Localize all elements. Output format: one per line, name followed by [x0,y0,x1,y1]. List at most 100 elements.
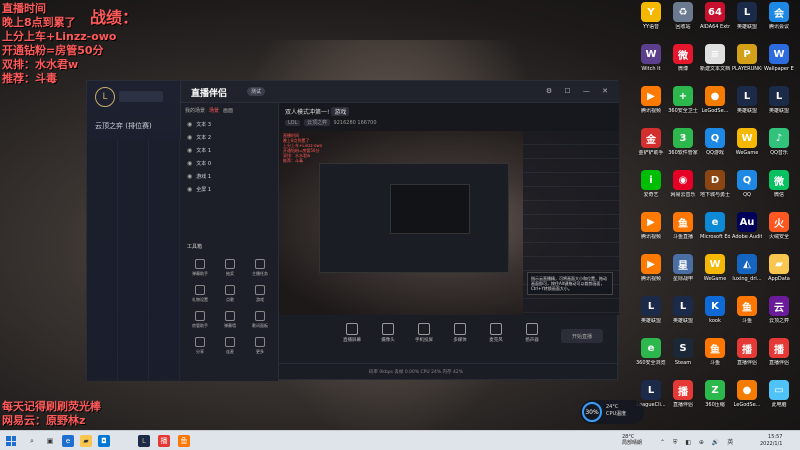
desktop-icon[interactable]: 云云顶之弈 [764,296,794,324]
tool-button[interactable]: 连麦 [215,337,245,355]
desktop-icon[interactable]: Au Adobe Audition [732,212,762,240]
desktop-icon[interactable]: ▶ 腾讯视频 [636,86,666,114]
desktop-icon[interactable]: Kkook [700,296,730,324]
task-view-icon[interactable]: ▣ [44,435,56,447]
desktop-icon[interactable]: 金金铲铲助手 [636,128,666,156]
desktop-icon[interactable]: 星星际战甲 [668,254,698,282]
eye-icon[interactable]: ◉ [187,160,192,167]
store-icon[interactable]: ◘ [98,435,110,447]
desktop-icon[interactable]: ≡ 新建文本文档 [700,44,730,72]
desktop-icon[interactable]: +360安全卫士 [668,86,698,114]
windows-start-icon[interactable] [6,436,16,446]
tool-button[interactable]: 弹幕助手 [185,259,215,277]
desktop-icon[interactable]: ▶ 腾讯视频 [636,212,666,240]
preview-canvas[interactable]: 直播时间 晚上8点到累了 上分上车+Linzz-owo 开通钻粉=房管50分 双… [279,131,619,315]
desktop-icon[interactable]: 火火绒安全 [764,212,794,240]
weather-widget[interactable]: 28°C 局部晴朗 [622,434,642,446]
desktop-icon[interactable]: ♻ 回收站 [668,2,698,30]
desktop-icon[interactable]: 鱼斗鱼 [700,338,730,366]
category-chip[interactable]: LOL [285,120,301,126]
desktop-icon[interactable]: ● LeGodSe... [732,380,762,408]
desktop-icon[interactable]: 鱼斗鱼 [732,296,762,324]
system-tray[interactable]: ⌃ ⛨ ◧ ⊕ 🔊 英 [660,437,736,447]
desktop-icon[interactable]: Y YY语音 [636,2,666,30]
room-title[interactable]: 双人模式冲第一! [285,109,329,116]
desktop-icon[interactable]: L 英雄联盟 [636,296,666,324]
media-button[interactable]: 多媒体 [447,321,473,351]
douyu-taskbar-icon[interactable]: 鱼 [178,435,190,447]
desktop-icon[interactable]: 微微博 [668,44,698,72]
desktop-icon[interactable]: 播直播伴侣 [764,338,794,366]
desktop-icon[interactable]: ◭ luxing_dri... [732,254,762,282]
file-explorer-icon[interactable]: ▰ [80,435,92,447]
microphone-button[interactable]: 麦克风 [483,321,509,351]
desktop-icon[interactable]: ♪ QQ音乐 [764,128,794,156]
phone-cast-button[interactable]: 手机投屏 [411,321,437,351]
desktop-icon[interactable]: 鱼斗鱼直播 [668,212,698,240]
desktop-icon[interactable]: 会腾讯会议 [764,2,794,30]
desktop-icon[interactable]: 3 360软件管家 [668,128,698,156]
desktop-icon[interactable]: W WeGame [700,254,730,282]
eye-icon[interactable]: ◉ [187,121,192,128]
room-tag[interactable]: 游戏 [331,107,350,116]
desktop-icon[interactable]: D 地下城与勇士 [700,170,730,198]
desktop-icon[interactable]: L 英雄联盟 [668,296,698,324]
tool-button[interactable]: 主播任务 [245,259,275,277]
source-row[interactable]: ◉ 游戏 1 [181,170,278,183]
desktop-icon[interactable]: 64 AIDA64 Extreme [700,2,730,30]
desktop-icon[interactable]: 播直播伴侣 [732,338,762,366]
desktop-icon[interactable]: ▶ 腾讯视频 [636,254,666,282]
lol-search-input[interactable] [119,91,163,102]
tool-button[interactable]: 弹幕墙 [215,311,245,329]
eye-icon[interactable]: ◉ [187,147,192,154]
desktop-icon[interactable]: Z 360压缩 [700,380,730,408]
eye-icon[interactable]: ◉ [187,186,192,193]
desktop-icon[interactable]: L 英雄联盟 [732,2,762,30]
source-row[interactable]: ◉ 文本 1 [181,144,278,157]
desktop-icon[interactable]: ● LeGodSe... [700,86,730,114]
desktop-icon[interactable]: W WeGame [732,128,762,156]
tool-button[interactable]: 更多 [245,337,275,355]
source-row[interactable]: ◉ 文本 3 [181,118,278,131]
window-controls[interactable]: ⚙ ☐ — ✕ [546,87,613,95]
source-row[interactable]: ◉ 文本 0 [181,157,278,170]
start-live-button[interactable]: 开始直播 [561,329,603,343]
lol-logo-icon[interactable]: L [95,87,115,107]
camera-button[interactable]: 摄像头 [375,321,401,351]
search-icon[interactable]: ⌕ [26,435,38,447]
desktop-icon[interactable]: e 360安全浏览器 [636,338,666,366]
desktop-icon[interactable]: W Witch It [636,44,666,72]
desktop-icon[interactable]: P PLAYERUNKNOWN'S BATTLEGROUNDS [732,44,762,72]
desktop-icon[interactable]: e Microsoft Edge [700,212,730,240]
desktop-icon[interactable]: L 英雄联盟 [764,86,794,114]
tool-button[interactable]: 礼物设置 [185,285,215,303]
desktop-icon[interactable]: Q QQ游戏 [700,128,730,156]
desktop-icon[interactable]: ◉ 网易云音乐 [668,170,698,198]
tool-button[interactable]: 分享 [185,337,215,355]
tool-button[interactable]: 歌词面板 [245,311,275,329]
desktop-icon[interactable]: W Wallpaper Engine [764,44,794,72]
lol-taskbar-icon[interactable]: L [138,435,150,447]
source-row[interactable]: ◉ 全屏 1 [181,183,278,196]
source-row[interactable]: ◉ 文本 2 [181,131,278,144]
desktop-icon[interactable]: Q QQ [732,170,762,198]
tab-canvas[interactable]: 画面 [223,107,233,114]
game-mode-item[interactable]: 云顶之弈 (排位赛) [95,121,152,131]
desktop-icon[interactable]: 微微信 [764,170,794,198]
eye-icon[interactable]: ◉ [187,173,192,180]
cpu-temperature-widget[interactable]: 30% 24°C CPU温度 [580,400,644,424]
desktop-icon[interactable]: i 爱奇艺 [636,170,666,198]
speaker-button[interactable]: 扬声器 [519,321,545,351]
version-badge[interactable]: 测试 [247,87,266,96]
desktop-icon[interactable]: 播直播伴侣 [668,380,698,408]
broadcast-taskbar-icon[interactable]: 播 [158,435,170,447]
tool-button[interactable]: 点歌 [215,285,245,303]
tool-button[interactable]: 游戏 [245,285,275,303]
desktop-icon[interactable]: L 英雄联盟 [732,86,762,114]
clock[interactable]: 15:57 2022/1/1 [760,434,782,448]
tool-button[interactable]: 抽奖 [215,259,245,277]
desktop-icon[interactable]: ▰ AppData [764,254,794,282]
edge-taskbar-icon[interactable]: e [62,435,74,447]
eye-icon[interactable]: ◉ [187,134,192,141]
tab-scene[interactable]: 场景 [209,107,219,114]
